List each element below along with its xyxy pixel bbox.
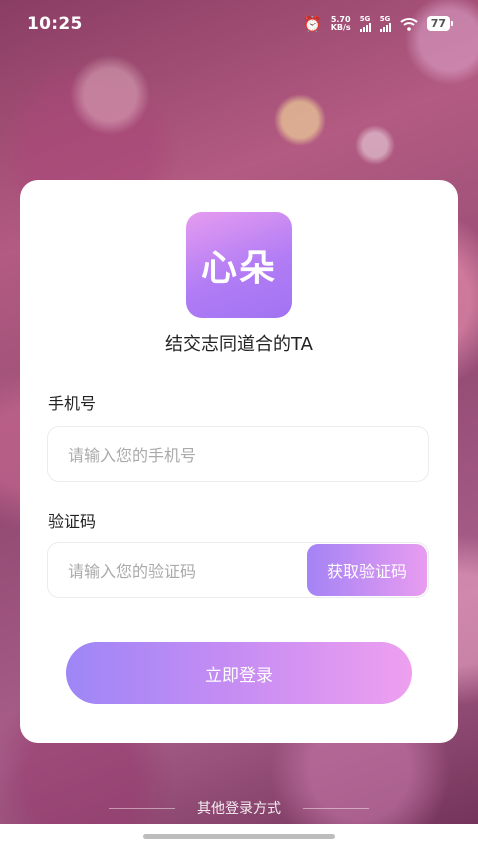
phone-field-box[interactable] — [47, 426, 429, 483]
net-speed-unit: KB/s — [330, 22, 351, 32]
home-indicator[interactable] — [143, 834, 335, 839]
login-button[interactable]: 立即登录 — [66, 642, 412, 704]
login-card: 心朵 结交志同道合的TA 手机号 验证码 获取验证码 立即登录 — [20, 180, 458, 743]
code-input[interactable] — [66, 543, 310, 599]
get-code-button[interactable]: 获取验证码 — [307, 544, 427, 596]
code-label: 验证码 — [48, 512, 97, 531]
signal-icon: 5G — [359, 15, 371, 32]
sim2-label: 5G — [379, 15, 391, 23]
phone-input[interactable] — [66, 427, 310, 483]
other-login-link[interactable]: 其他登录方式 — [197, 798, 281, 818]
app-tagline: 结交志同道合的TA — [165, 334, 313, 355]
status-bar: 10:25 ⏰ 5.70 KB/s 5G 5G 77 — [0, 0, 478, 50]
sim1-label: 5G — [359, 15, 371, 23]
other-login-section: 其他登录方式 — [0, 798, 478, 818]
app-logo: 心朵 — [186, 212, 292, 318]
net-speed: 5.70 KB/s — [330, 15, 351, 32]
system-nav-bar — [0, 824, 478, 850]
divider-right — [303, 807, 369, 809]
status-time: 10:25 — [27, 14, 83, 34]
wifi-icon — [400, 17, 418, 31]
alarm-icon: ⏰ — [303, 14, 322, 33]
code-field-box[interactable]: 获取验证码 — [47, 542, 429, 599]
app-logo-text: 心朵 — [200, 248, 277, 289]
phone-label: 手机号 — [48, 394, 97, 413]
battery-icon: 77 — [426, 16, 454, 31]
status-icons: ⏰ 5.70 KB/s 5G 5G 77 — [303, 14, 454, 33]
signal-icon-2: 5G — [379, 15, 391, 32]
divider-left — [109, 807, 175, 809]
